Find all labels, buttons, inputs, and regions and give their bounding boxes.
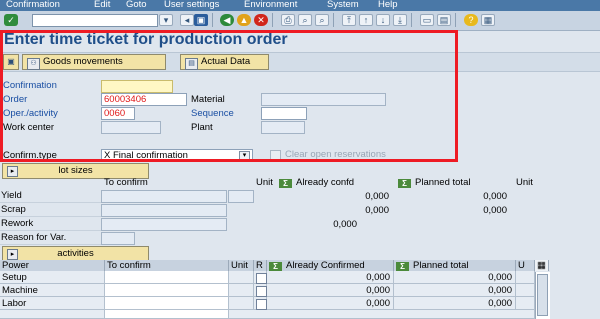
scrollbar-thumb[interactable] (537, 274, 548, 316)
menu-bar: Confirmation Edit Goto User settings Env… (0, 0, 600, 11)
activity-row-u (516, 271, 535, 284)
highlight-box (0, 30, 458, 162)
col-planned-total[interactable]: Σ Planned total (394, 260, 516, 271)
toolbar-separator (411, 13, 412, 27)
col-already-confd-label: Already confd (296, 177, 355, 188)
col-already-confd: Σ Already confd (279, 177, 354, 188)
next-page-icon[interactable]: ↓ (376, 14, 390, 26)
activity-row-power: Setup (0, 271, 105, 284)
left-arrow-icon[interactable]: ◂ (180, 14, 194, 26)
previous-page-icon[interactable]: ↑ (359, 14, 373, 26)
activity-row-u (516, 297, 535, 310)
table-settings-icon[interactable]: ▦ (535, 260, 549, 271)
new-session-icon[interactable]: ▭ (420, 14, 434, 26)
scrap-already-value: 0,000 (365, 205, 389, 216)
toolbar-separator (212, 13, 213, 27)
rework-already-value: 0,000 (333, 219, 357, 230)
col-power[interactable]: Power (0, 260, 105, 271)
col-planned-total-label: Planned total (415, 177, 471, 188)
command-field[interactable] (32, 14, 158, 27)
col-to-confirm: To confirm (104, 177, 148, 188)
sigma-icon: Σ (396, 262, 409, 271)
yield-planned-value: 0,000 (483, 191, 507, 202)
activities-label: activities (57, 248, 94, 259)
activity-row-power: Labor (0, 297, 105, 310)
yield-label: Yield (0, 190, 101, 203)
sigma-icon: Σ (398, 179, 411, 188)
menu-system[interactable]: System (327, 0, 359, 10)
yield-already-value: 0,000 (365, 191, 389, 202)
first-page-icon[interactable]: ⤒ (342, 14, 356, 26)
save-icon[interactable]: ▣ (194, 14, 208, 26)
scrap-planned-value: 0,000 (483, 205, 507, 216)
activity-row-already: 0,000 (267, 271, 394, 284)
yield-to-confirm-input[interactable] (101, 190, 227, 203)
activity-row-planned: 0,000 (394, 271, 516, 284)
activity-row-planned: 0,000 (394, 297, 516, 310)
rework-label: Rework (0, 218, 101, 231)
menu-environment[interactable]: Environment (244, 0, 297, 10)
activity-row-empty (229, 310, 535, 319)
check-icon[interactable]: ✓ (4, 14, 18, 26)
yield-unit-input[interactable] (228, 190, 254, 203)
cancel-icon[interactable]: ✕ (254, 14, 268, 26)
print-icon[interactable]: ⎙ (281, 14, 295, 26)
reason-for-var-label: Reason for Var. (0, 232, 101, 245)
find-next-icon[interactable]: ⌕ (315, 14, 329, 26)
activity-row-to-confirm[interactable] (105, 271, 229, 284)
menu-help[interactable]: Help (378, 0, 398, 10)
activity-row-checkbox[interactable] (256, 286, 267, 297)
dropdown-icon[interactable]: ▾ (159, 14, 173, 26)
activity-row-empty (105, 310, 229, 319)
activity-row-u (516, 284, 535, 297)
help-icon[interactable]: ? (464, 14, 478, 26)
activity-row-checkbox[interactable] (256, 273, 267, 284)
col-unit-2: Unit (516, 177, 533, 188)
activity-row-unit[interactable] (229, 284, 254, 297)
toolbar-separator (272, 13, 273, 27)
activity-row-power: Machine (0, 284, 105, 297)
layout-icon[interactable]: ▦ (481, 14, 495, 26)
sigma-icon: Σ (279, 179, 292, 188)
col-planned-total: Σ Planned total (398, 177, 470, 188)
activity-row-to-confirm[interactable] (105, 284, 229, 297)
expand-icon: ▸ (7, 166, 18, 177)
menu-user-settings[interactable]: User settings (164, 0, 219, 10)
col-unit: Unit (256, 177, 273, 188)
col-r[interactable]: R (254, 260, 267, 271)
scrap-to-confirm-input[interactable] (101, 204, 227, 217)
lot-sizes-label: lot sizes (58, 165, 93, 176)
exit-icon[interactable]: ▲ (237, 14, 251, 26)
menu-confirmation[interactable]: Confirmation (6, 0, 60, 10)
toolbar-separator (455, 13, 456, 27)
find-icon[interactable]: ⌕ (298, 14, 312, 26)
activity-row-to-confirm[interactable] (105, 297, 229, 310)
activity-row-empty (0, 310, 105, 319)
col-to-confirm[interactable]: To confirm (105, 260, 229, 271)
last-page-icon[interactable]: ⤓ (393, 14, 407, 26)
activity-row-unit[interactable] (229, 271, 254, 284)
toolbar-separator (333, 13, 334, 27)
scrap-label: Scrap (0, 204, 101, 217)
col-already-confirmed-label: Already Confirmed (286, 260, 365, 271)
col-already-confirmed[interactable]: Σ Already Confirmed (267, 260, 394, 271)
col-unit[interactable]: Unit (229, 260, 254, 271)
activity-row-unit[interactable] (229, 297, 254, 310)
shortcut-icon[interactable]: ▤ (437, 14, 451, 26)
rework-to-confirm-input[interactable] (101, 218, 227, 231)
sigma-icon: Σ (269, 262, 282, 271)
col-u[interactable]: U (516, 260, 535, 271)
reason-for-var-input[interactable] (101, 232, 135, 245)
activity-row-planned: 0,000 (394, 284, 516, 297)
menu-edit[interactable]: Edit (94, 0, 110, 10)
activity-row-already: 0,000 (267, 284, 394, 297)
col-planned-total-label: Planned total (413, 260, 469, 271)
menu-goto[interactable]: Goto (126, 0, 147, 10)
activity-row-checkbox[interactable] (256, 299, 267, 310)
activity-row-already: 0,000 (267, 297, 394, 310)
expand-icon: ▸ (7, 249, 18, 260)
back-icon[interactable]: ◀ (220, 14, 234, 26)
